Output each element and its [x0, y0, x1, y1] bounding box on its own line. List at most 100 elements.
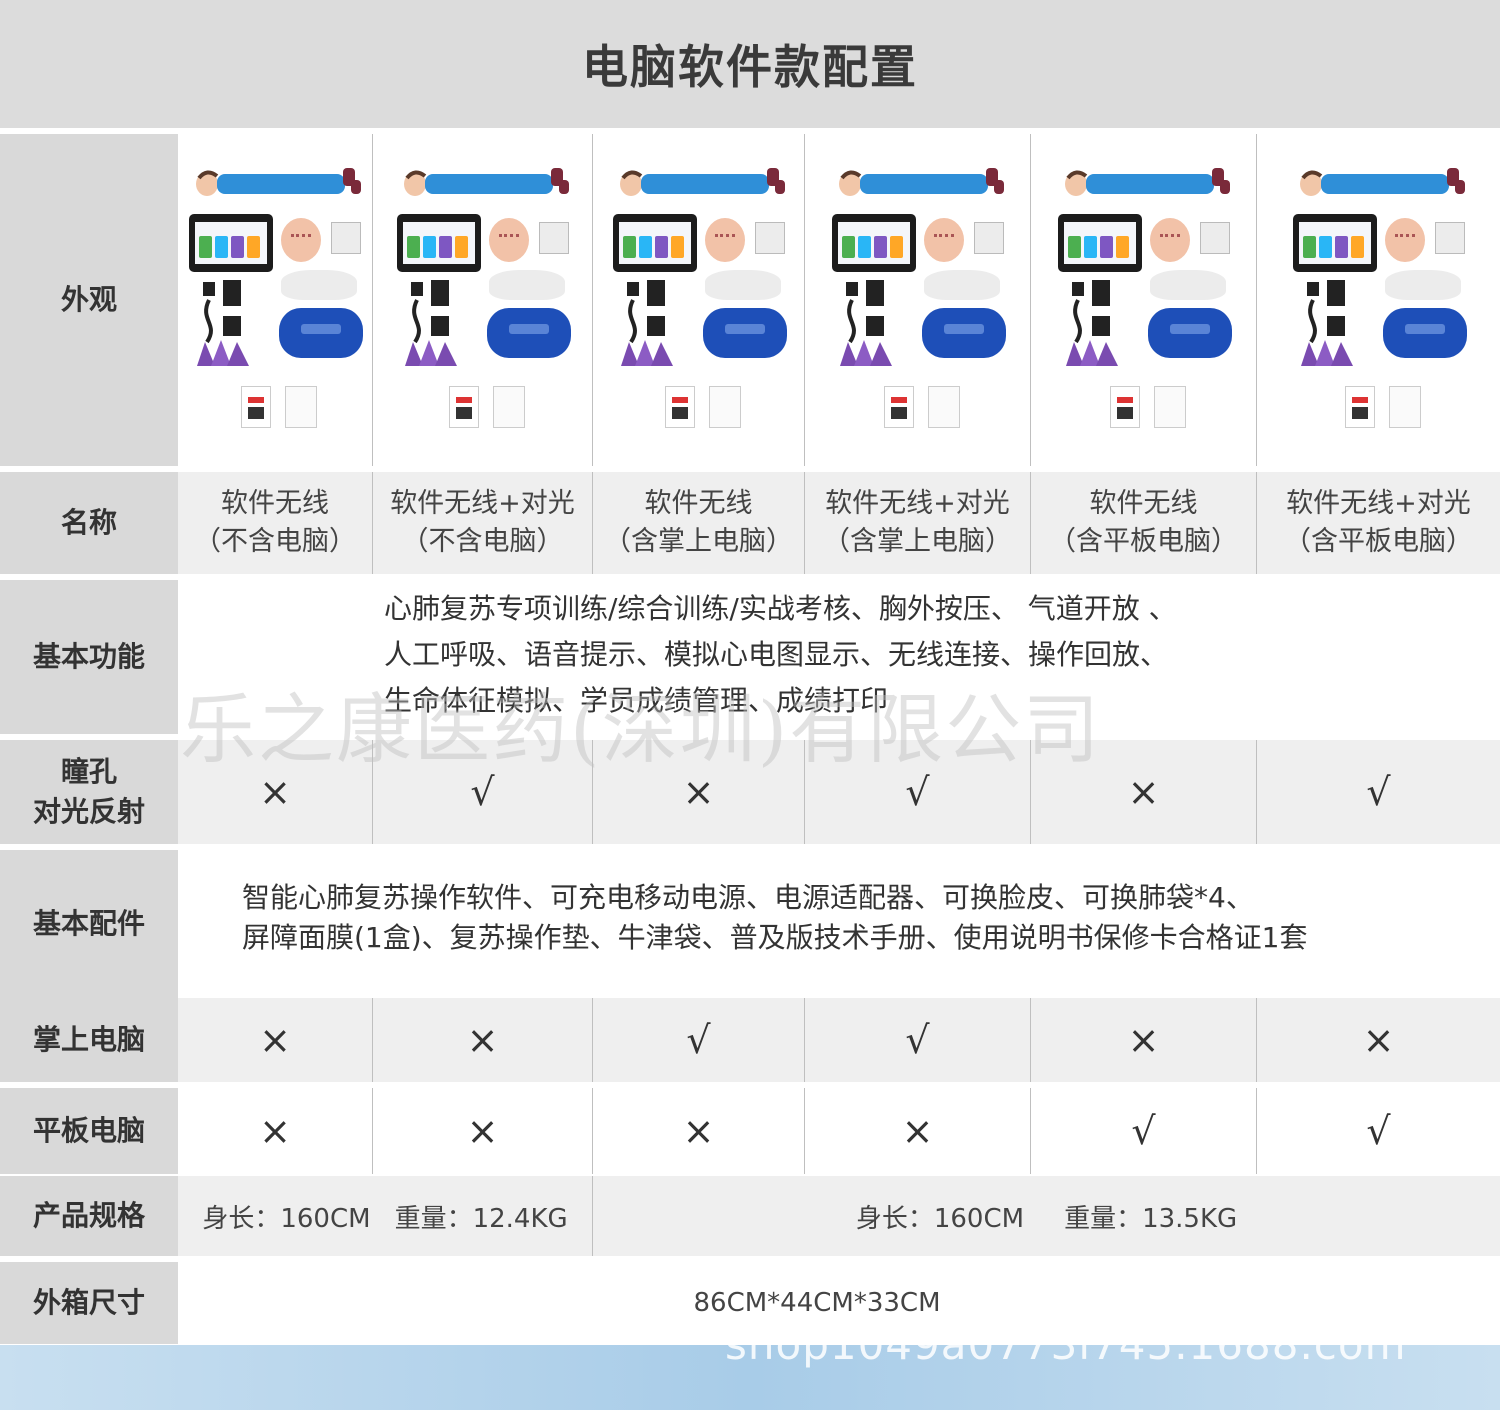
row-label-pupil-line: 瞳孔: [60, 755, 117, 788]
spec-weight-right: 重量：13.5KG: [1064, 1203, 1238, 1234]
manual-icon: [1388, 386, 1421, 428]
manual-icon: [285, 386, 317, 428]
cpr-mat-icon: [839, 340, 892, 366]
appearance-cell: [178, 134, 372, 466]
mark-cell: ×: [178, 1088, 372, 1174]
manual-icon: [927, 386, 960, 428]
oxford-bag-icon: [1147, 308, 1232, 358]
cpr-mat-icon: [620, 340, 673, 366]
cross-mark: ×: [259, 1109, 291, 1153]
check-mark: √: [1131, 1109, 1156, 1153]
row-label-pupil: 瞳孔 对光反射: [0, 740, 178, 844]
product-name-line: （含掌上电脑）: [823, 526, 1012, 557]
mask-pack-icon: [331, 222, 361, 254]
check-mark: √: [686, 1018, 711, 1062]
footer-url: shop1049a0773l745.1688.com: [725, 1320, 1407, 1369]
mark-cell: √: [1030, 1088, 1256, 1174]
row-label-tablet: 平板电脑: [0, 1088, 178, 1174]
lung-bag-icon: [923, 270, 1000, 300]
product-image: [609, 160, 789, 440]
lung-bag-icon: [704, 270, 781, 300]
mark-cell: ×: [592, 1088, 804, 1174]
mask-pack-icon: [1199, 222, 1230, 254]
mark-cell: √: [372, 740, 592, 844]
spec-weight-left: 重量：12.4KG: [394, 1203, 568, 1234]
product-name-line: （含平板电脑）: [1049, 526, 1238, 557]
mark-cell: ×: [178, 740, 372, 844]
cross-mark: ×: [466, 1109, 499, 1153]
row-handheld: 掌上电脑 × × √ √ × ×: [0, 998, 1500, 1082]
manual-icon: [1153, 386, 1186, 428]
accessories-line: 屏障面膜(1盒)、复苏操作垫、牛津袋、普及版技术手册、使用说明书保修卡合格证1套: [242, 921, 1308, 954]
row-label-name: 名称: [0, 472, 178, 574]
row-label-accessories: 基本配件: [0, 850, 178, 998]
product-name-line: （含平板电脑）: [1284, 526, 1473, 557]
appearance-cell: [804, 134, 1030, 466]
spec-height-left: 身长：160CM: [202, 1203, 371, 1234]
row-label-handheld: 掌上电脑: [0, 998, 178, 1082]
row-appearance: 外观: [0, 128, 1500, 466]
product-name: 软件无线 （不含电脑）: [194, 485, 356, 561]
product-name-line: （含掌上电脑）: [604, 526, 793, 557]
certificate-icon: [883, 386, 914, 428]
manikin-icon: [1064, 168, 1230, 196]
cross-mark: ×: [901, 1109, 934, 1153]
tablet-device-icon: [1057, 214, 1142, 272]
lung-bag-icon: [1149, 270, 1226, 300]
face-skin-icon: [704, 218, 745, 262]
certificate-icon: [1344, 386, 1375, 428]
oxford-bag-icon: [279, 308, 363, 358]
product-name-line: 软件无线+对光: [825, 488, 1010, 519]
product-name-line: 软件无线: [221, 488, 329, 519]
basic-function-line: 人工呼吸、语音提示、模拟心电图显示、无线连接、操作回放、: [384, 638, 1169, 671]
basic-function-line: 生命体征模拟、学员成绩管理、成绩打印: [384, 684, 889, 717]
check-mark: √: [470, 770, 495, 814]
mask-pack-icon: [538, 222, 569, 254]
product-image: [185, 160, 365, 440]
mark-cell: √: [1256, 1088, 1500, 1174]
mark-cell: ×: [1256, 998, 1500, 1082]
product-image: [393, 160, 573, 440]
manikin-icon: [1299, 168, 1465, 196]
row-name: 名称 软件无线 （不含电脑） 软件无线+对光 （不含电脑） 软件无线 （含掌上电脑） 软件无…: [0, 466, 1500, 574]
name-cell: 软件无线 （含平板电脑）: [1030, 472, 1256, 574]
oxford-bag-icon: [486, 308, 571, 358]
product-name: 软件无线+对光 （不含电脑）: [390, 485, 575, 561]
manikin-icon: [838, 168, 1004, 196]
appearance-cell: [592, 134, 804, 466]
manikin-icon: [619, 168, 785, 196]
product-image: [828, 160, 1008, 440]
name-cell: 软件无线 （含掌上电脑）: [592, 472, 804, 574]
check-mark: √: [1366, 770, 1391, 814]
name-cell: 软件无线 （不含电脑）: [178, 472, 372, 574]
row-accessories: 基本配件 智能心肺复苏操作软件、可充电移动电源、电源适配器、可换脸皮、可换肺袋*…: [0, 844, 1500, 998]
row-tablet: 平板电脑 × × × × √ √: [0, 1082, 1500, 1174]
name-cell: 软件无线+对光 （含平板电脑）: [1256, 472, 1500, 574]
oxford-bag-icon: [1382, 308, 1467, 358]
lung-bag-icon: [281, 270, 357, 300]
spec-cell-right: 身长：160CM 重量：13.5KG: [592, 1176, 1500, 1256]
manikin-icon: [196, 168, 361, 196]
name-cell: 软件无线+对光 （不含电脑）: [372, 472, 592, 574]
face-skin-icon: [281, 218, 321, 262]
appearance-cell: [1030, 134, 1256, 466]
spec-cells: 身长：160CM 重量：12.4KG 身长：160CM 重量：13.5KG: [178, 1176, 1500, 1256]
oxford-bag-icon: [921, 308, 1006, 358]
row-label-spec: 产品规格: [0, 1176, 178, 1256]
row-pupil: 瞳孔 对光反射 × √ × √ × √: [0, 734, 1500, 844]
basic-function-line: 心肺复苏专项训练/综合训练/实战考核、胸外按压、 气道开放 、: [384, 592, 1177, 625]
product-name: 软件无线 （含掌上电脑）: [604, 485, 793, 561]
check-mark: √: [905, 1018, 930, 1062]
product-name-line: 软件无线: [1089, 488, 1198, 519]
mark-cell: √: [804, 740, 1030, 844]
row-label-basic-function: 基本功能: [0, 580, 178, 734]
mark-cell: ×: [372, 1088, 592, 1174]
certificate-icon: [1109, 386, 1140, 428]
mark-cell: √: [592, 998, 804, 1082]
basic-function-text: 心肺复苏专项训练/综合训练/实战考核、胸外按压、 气道开放 、 人工呼吸、语音提…: [384, 586, 1177, 724]
handheld-cells: × × √ √ × ×: [178, 998, 1500, 1082]
mask-pack-icon: [973, 222, 1004, 254]
mask-pack-icon: [754, 222, 785, 254]
row-label-pupil-line: 对光反射: [32, 795, 145, 828]
mark-cell: √: [804, 998, 1030, 1082]
